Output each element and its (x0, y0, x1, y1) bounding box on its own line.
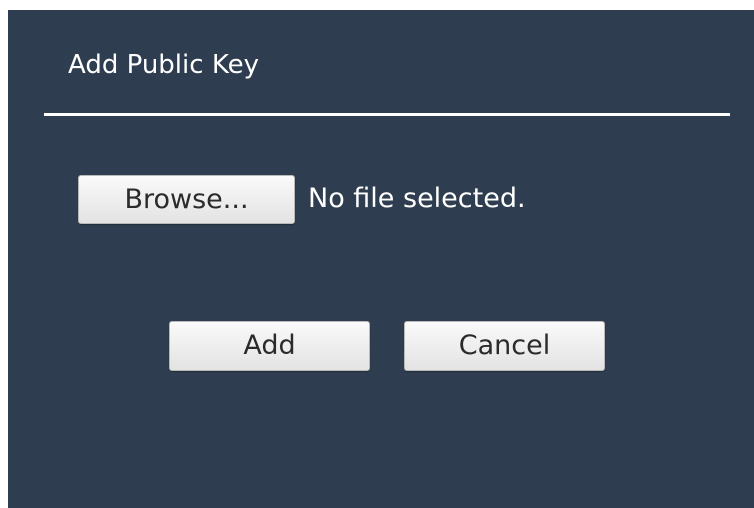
add-button[interactable]: Add (169, 321, 370, 371)
add-public-key-dialog: Add Public Key Browse... No file selecte… (8, 10, 754, 508)
dialog-title: Add Public Key (68, 50, 259, 80)
title-divider (44, 113, 730, 116)
cancel-button[interactable]: Cancel (404, 321, 605, 371)
browse-button[interactable]: Browse... (78, 175, 295, 224)
file-status-text: No file selected. (308, 183, 526, 214)
